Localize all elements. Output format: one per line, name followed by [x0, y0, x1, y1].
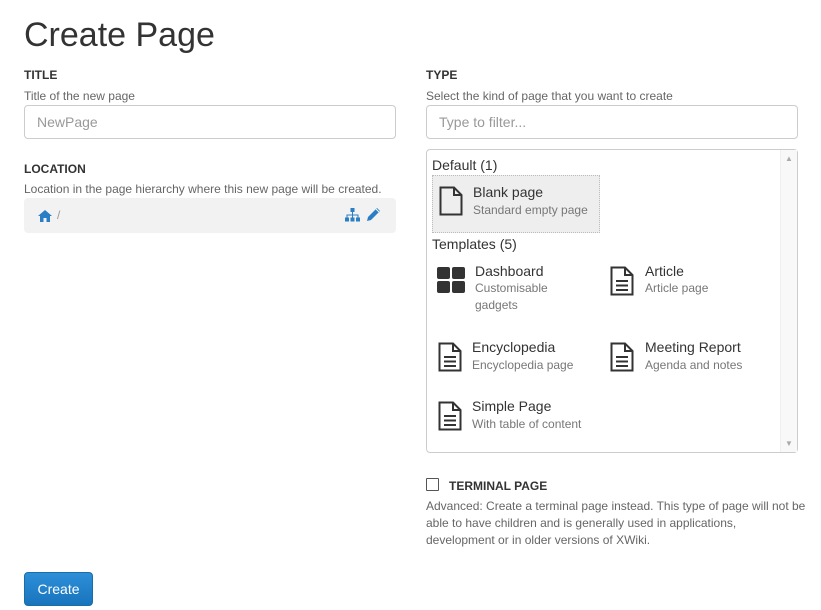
title-label: TITLE — [24, 68, 58, 82]
create-button[interactable]: Create — [24, 572, 93, 606]
pencil-icon[interactable] — [366, 207, 381, 227]
home-icon[interactable] — [38, 209, 52, 227]
terminal-page-hint: Advanced: Create a terminal page instead… — [426, 499, 806, 547]
type-item-simple-page[interactable]: Simple Page With table of content — [432, 392, 600, 450]
document-icon — [438, 342, 462, 377]
type-item-meeting-report[interactable]: Meeting Report Agenda and notes — [604, 333, 772, 391]
type-hint: Select the kind of page that you want to… — [426, 89, 673, 103]
type-item-description: Customisable gadgets — [475, 281, 548, 312]
group-title-templates: Templates (5) — [432, 236, 517, 252]
type-item-description: Encyclopedia page — [472, 358, 574, 372]
type-list-scrollbar[interactable]: ▲ ▼ — [780, 150, 797, 452]
title-input[interactable] — [24, 105, 396, 139]
type-item-name: Encyclopedia — [472, 339, 556, 355]
document-icon — [438, 401, 462, 436]
type-filter-input[interactable] — [426, 105, 798, 139]
type-item-article[interactable]: Article Article page — [604, 256, 772, 314]
type-item-description: Article page — [645, 281, 709, 295]
page-title: Create Page — [24, 16, 215, 54]
type-item-name: Article — [645, 263, 684, 279]
type-label: TYPE — [426, 68, 458, 82]
blank-page-icon — [439, 186, 463, 221]
terminal-page-label: TERMINAL PAGE — [449, 479, 548, 493]
title-hint: Title of the new page — [24, 89, 135, 103]
dashboard-icon — [437, 267, 465, 298]
type-item-name: Meeting Report — [645, 339, 741, 355]
location-label: LOCATION — [24, 162, 86, 176]
type-item-description: With table of content — [472, 417, 582, 431]
terminal-page-checkbox[interactable] — [426, 478, 439, 491]
type-item-description: Agenda and notes — [645, 358, 743, 372]
document-icon — [610, 266, 634, 301]
scroll-up-icon[interactable]: ▲ — [785, 154, 793, 163]
scroll-down-icon[interactable]: ▼ — [785, 439, 793, 448]
type-item-name: Simple Page — [472, 398, 552, 414]
document-icon — [610, 342, 634, 377]
location-hint: Location in the page hierarchy where thi… — [24, 182, 382, 196]
group-title-default: Default (1) — [432, 157, 498, 173]
type-item-dashboard[interactable]: Dashboard Customisable gadgets — [432, 256, 600, 314]
type-item-name: Blank page — [473, 184, 544, 200]
type-item-encyclopedia[interactable]: Encyclopedia Encyclopedia page — [432, 333, 600, 391]
type-item-blank-page[interactable]: Blank page Standard empty page — [432, 175, 600, 233]
type-item-name: Dashboard — [475, 263, 544, 279]
location-picker: / — [24, 198, 396, 233]
breadcrumb-separator: / — [57, 208, 61, 222]
sitemap-icon[interactable] — [345, 208, 360, 227]
type-item-description: Standard empty page — [473, 203, 588, 217]
page-type-list: Default (1) Blank page Standard empty pa… — [426, 149, 798, 453]
